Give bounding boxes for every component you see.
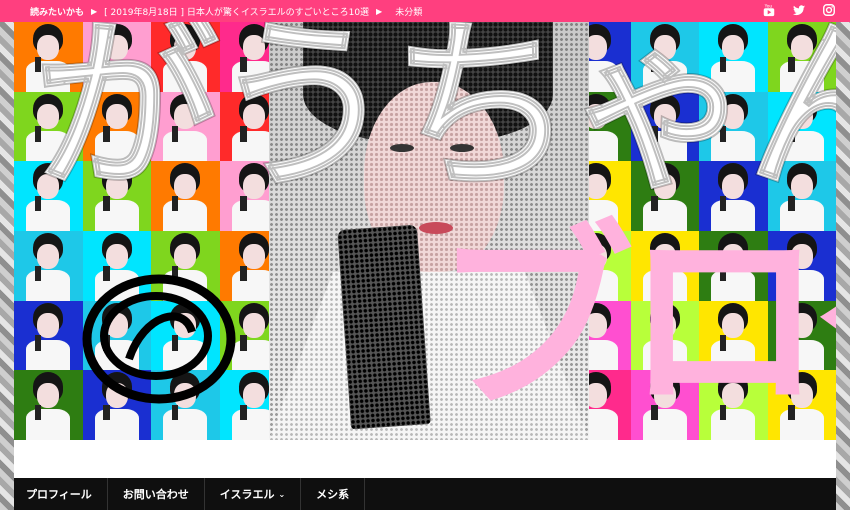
nav-item-label: イスラエル (219, 488, 275, 501)
ticker-article-link[interactable]: [ 2019年8月18日 ] 日本人が驚くイスラエルのすごいところ10選 (104, 5, 369, 18)
nav-item-label: メシ系 (316, 488, 350, 501)
portrait-pistol (337, 224, 431, 430)
site-title: がうちゃん (33, 22, 836, 215)
header-spacer (14, 440, 836, 478)
tile-kimono (26, 270, 71, 301)
nav-item-label: プロフィール (26, 488, 92, 501)
main-nav: プロフィール お問い合わせ イスラエル ⌄ メシ系 (14, 478, 836, 510)
nav-item-label: お問い合わせ (122, 488, 189, 501)
svg-text:You: You (764, 3, 773, 9)
tile-kimono (26, 409, 71, 440)
ticker-category-link[interactable]: 未分類 (395, 5, 422, 18)
social-links: You (762, 3, 836, 17)
instagram-icon[interactable] (822, 3, 836, 17)
twitter-icon[interactable] (792, 3, 806, 17)
tile-pistol (34, 265, 42, 282)
tile-kimono (26, 339, 71, 371)
ticker-label: 読みたいかも (30, 7, 85, 18)
left-decorative-strip (0, 22, 14, 510)
ticker-separator-icon: ▶ (91, 6, 98, 16)
tile-pistol (34, 335, 42, 351)
youtube-icon[interactable]: You (762, 3, 776, 17)
nav-item-food[interactable]: メシ系 (301, 478, 366, 510)
top-bar: 読みたいかも ▶ [ 2019年8月18日 ] 日本人が驚くイスラエルのすごいと… (0, 0, 850, 22)
nav-item-contact[interactable]: お問い合わせ (108, 478, 205, 510)
ticker-arrow-icon: ▶ (376, 6, 383, 16)
no-particle-scribble (82, 274, 236, 404)
site-title-sub: ブログ (434, 205, 836, 438)
tile-pistol (34, 405, 42, 421)
nav-item-profile[interactable]: プロフィール (14, 478, 108, 510)
nav-item-israel[interactable]: イスラエル ⌄ (205, 478, 302, 510)
chevron-down-icon: ⌄ (278, 489, 286, 499)
right-decorative-strip (836, 22, 850, 510)
header-banner[interactable]: がうちゃん ブログ (14, 22, 836, 440)
